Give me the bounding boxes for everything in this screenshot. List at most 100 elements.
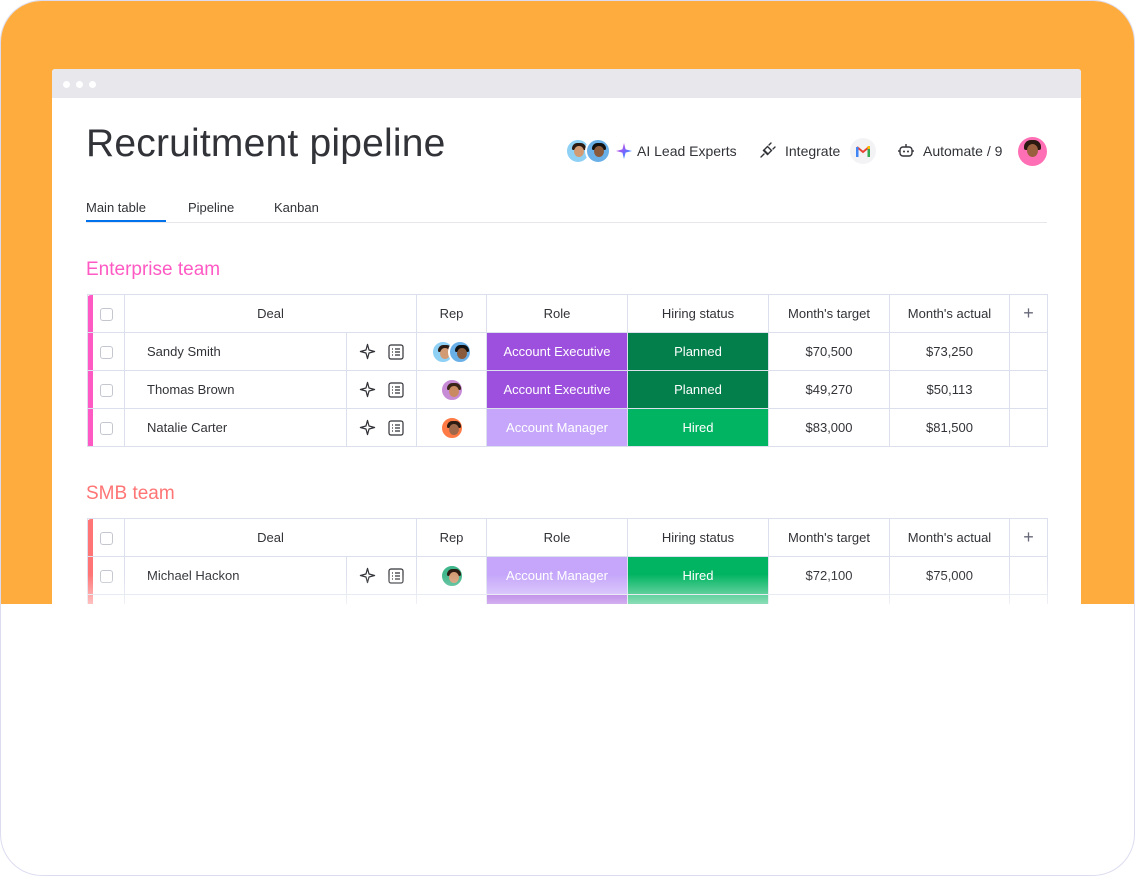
target-value[interactable]: $70,500 [768,332,890,371]
table-header-row: Deal Rep Role Hiring status Month's targ… [87,518,1048,557]
sparkle-icon[interactable] [357,566,377,586]
partial-cell [768,594,890,604]
partial-cell [124,594,347,604]
column-months-actual[interactable]: Month's actual [889,518,1010,557]
tab-pipeline[interactable]: Pipeline [188,200,234,215]
deal-name[interactable]: Michael Hackon [124,556,347,595]
user-avatar-button[interactable] [1018,135,1047,167]
column-hiring-status[interactable]: Hiring status [627,294,769,333]
column-deal[interactable]: Deal [124,518,417,557]
sparkle-icon[interactable] [357,418,377,438]
rep-cell[interactable] [416,370,487,409]
role-label[interactable]: Account Manager [486,556,628,595]
item-details-icon[interactable] [386,418,406,438]
row-actions [346,556,417,595]
column-rep[interactable]: Rep [416,294,487,333]
table-row[interactable]: Sandy Smith Account Executive Planned $7… [87,332,1048,371]
window-titlebar [52,69,1081,98]
ai-lead-experts-label: AI Lead Experts [637,143,737,159]
rep-cell[interactable] [416,408,487,447]
empty-cell [1009,556,1048,595]
group-title-enterprise[interactable]: Enterprise team [86,259,220,281]
add-column-button[interactable]: + [1009,294,1048,333]
item-details-icon[interactable] [386,566,406,586]
ai-lead-experts-button[interactable]: AI Lead Experts [565,135,737,167]
select-all-checkbox[interactable] [99,308,113,322]
add-column-button[interactable]: + [1009,518,1048,557]
item-details-icon[interactable] [386,342,406,362]
column-role[interactable]: Role [486,518,628,557]
actual-value[interactable]: $50,113 [889,370,1010,409]
actual-value[interactable]: $73,250 [889,332,1010,371]
column-months-target[interactable]: Month's target [768,294,890,333]
actual-value[interactable]: $75,000 [889,556,1010,595]
robot-icon [898,144,914,157]
column-months-target[interactable]: Month's target [768,518,890,557]
rep-cell[interactable] [416,332,487,371]
table-row-partial [87,594,1048,604]
table-header-row: Deal Rep Role Hiring status Month's targ… [87,294,1048,333]
row-actions [346,332,417,371]
row-checkbox[interactable] [99,384,113,398]
deal-name[interactable]: Thomas Brown [124,370,347,409]
active-tab-indicator [86,220,166,222]
role-label[interactable]: Account Executive [486,332,628,371]
row-actions [346,408,417,447]
row-actions [346,370,417,409]
partial-status-cell [627,594,769,604]
avatar [585,138,611,164]
item-details-icon[interactable] [386,380,406,400]
row-checkbox[interactable] [99,422,113,436]
window-dot [63,81,70,88]
rep-cell[interactable] [416,556,487,595]
table-row[interactable]: Thomas Brown Account Executive Planned $… [87,370,1048,409]
deal-name[interactable]: Natalie Carter [124,408,347,447]
avatar [439,377,464,402]
role-label[interactable]: Account Manager [486,408,628,447]
automate-button[interactable]: Automate / 9 [897,135,1002,167]
select-all-checkbox[interactable] [99,532,113,546]
table-row[interactable]: Michael Hackon Account Manager Hired $72… [87,556,1048,595]
target-value[interactable]: $72,100 [768,556,890,595]
row-select-cell [87,556,125,595]
group-title-smb[interactable]: SMB team [86,483,175,505]
column-rep[interactable]: Rep [416,518,487,557]
role-label[interactable]: Account Executive [486,370,628,409]
status-label[interactable]: Hired [627,556,769,595]
empty-cell [1009,332,1048,371]
actual-value[interactable]: $81,500 [889,408,1010,447]
device-frame: Recruitment pipeline AI Lead Experts Int… [0,0,1135,876]
partial-cell [416,594,487,604]
tab-kanban[interactable]: Kanban [274,200,319,215]
row-select-cell [87,370,125,409]
sparkle-icon[interactable] [357,380,377,400]
partial-cell [889,594,1010,604]
status-label[interactable]: Planned [627,370,769,409]
tab-main-table[interactable]: Main table [86,200,146,215]
view-tabs: Main table Pipeline Kanban [86,194,1047,223]
column-months-actual[interactable]: Month's actual [889,294,1010,333]
sparkle-icon[interactable] [357,342,377,362]
status-label[interactable]: Planned [627,332,769,371]
select-all-cell [87,518,125,557]
partial-cell [346,594,417,604]
window-dot [76,81,83,88]
integrate-button[interactable]: Integrate [758,135,877,167]
row-checkbox[interactable] [99,346,113,360]
status-label[interactable]: Hired [627,408,769,447]
enterprise-table: Deal Rep Role Hiring status Month's targ… [87,294,1048,447]
user-avatar [1018,136,1047,166]
target-value[interactable]: $49,270 [768,370,890,409]
column-hiring-status[interactable]: Hiring status [627,518,769,557]
deal-name[interactable]: Sandy Smith [124,332,347,371]
column-role[interactable]: Role [486,294,628,333]
column-deal[interactable]: Deal [124,294,417,333]
partial-cell [1009,594,1048,604]
target-value[interactable]: $83,000 [768,408,890,447]
row-checkbox[interactable] [99,570,113,584]
avatar [439,563,464,588]
table-row[interactable]: Natalie Carter Account Manager Hired $83… [87,408,1048,447]
gmail-icon [850,138,877,164]
plug-icon [760,142,776,158]
empty-cell [1009,370,1048,409]
